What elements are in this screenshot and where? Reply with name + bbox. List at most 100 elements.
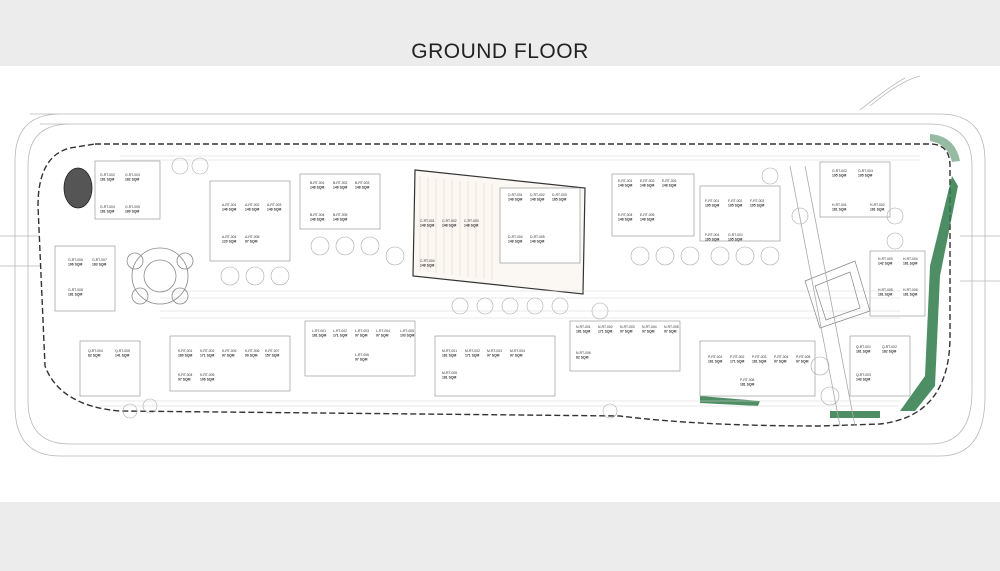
unit-area-label: 195 SQM [705,238,719,242]
unit-code-label: H-RT-005 [878,288,893,292]
unit-area-label: 180 SQM [178,354,192,358]
unit-code-label: H-RT-003 [878,257,893,261]
unit-area-label: 157 SQM [265,354,279,358]
unit-code-label: B-RT-004 [310,213,325,217]
unit-area-label: 148 SQM [333,186,347,190]
unit-area-label: 148 SQM [310,186,324,190]
unit-area-label: 181 SQM [870,208,884,212]
unit-area-label: 148 SQM [508,240,522,244]
unit-code-label: D-RT-003 [552,193,567,197]
unit-area-label: 97 SQM [510,354,523,358]
unit-area-label: 182 SQM [882,350,896,354]
unit-area-label: 185 SQM [552,198,566,202]
unit-area-label: 148 SQM [420,224,434,228]
plaza-feature [126,247,194,305]
unit-code-label: E-RT-001 [618,179,633,183]
unit-area-label: 148 SQM [442,224,456,228]
unit-code-label: G-RT-002 [832,169,847,173]
unit-area-label: 97 SQM [245,240,258,244]
unit-area-label: 148 SQM [508,198,522,202]
unit-code-label: G-RT-005 [125,205,140,209]
unit-code-label: G-RT-004 [100,205,115,209]
unit-code-label: A-RT-004 [222,235,237,239]
unit-code-label: P-RT-005 [796,355,811,359]
unit-area-label: 148 SQM [355,186,369,190]
unit-code-label: N-RT-001 [576,325,591,329]
unit-area-label: 195 SQM [858,174,872,178]
unit-area-label: 97 SQM [355,358,368,362]
unit-area-label: 180 SQM [125,210,139,214]
site-plan: G-RT-002181 SQMG-RT-003182 SQMG-RT-00418… [0,75,1000,457]
unit-area-label: 171 SQM [730,360,744,364]
unit-code-label: N-RT-002 [598,325,613,329]
unit-area-label: 97 SQM [222,354,235,358]
unit-code-label: Q-RT-005 [115,349,130,353]
unit-code-label: G-RT-008 [68,288,83,292]
unit-code-label: P-RT-004 [774,355,789,359]
unit-code-label: B-RT-002 [333,181,348,185]
unit-area-label: 148 SQM [530,240,544,244]
unit-area-label: 97 SQM [774,360,787,364]
unit-area-label: 181 SQM [740,383,754,387]
unit-area-label: 181 SQM [442,376,456,380]
unit-code-label: P-RT-001 [708,355,723,359]
page-title: GROUND FLOOR [411,40,589,63]
unit-area-label: 181 SQM [576,330,590,334]
unit-code-label: A-RT-002 [245,203,260,207]
unit-area-label: 195 SQM [832,174,846,178]
unit-code-label: F-RT-002 [728,199,742,203]
unit-area-label: 103 SQM [400,334,414,338]
unit-area-label: 171 SQM [200,354,214,358]
unit-code-label: N-RT-003 [620,325,635,329]
unit-area-label: 97 SQM [796,360,809,364]
unit-code-label: H-RT-004 [903,257,918,261]
unit-area-label: 148 SQM [662,184,676,188]
unit-code-label: A-RT-003 [267,203,282,207]
unit-code-label: C-RT-002 [442,219,457,223]
unit-code-label: D-RT-002 [530,193,545,197]
unit-code-label: B-RT-005 [333,213,348,217]
unit-code-label: F-RT-003 [750,199,764,203]
unit-code-label: L-RT-003 [355,329,369,333]
unit-area-label: 82 SQM [576,356,589,360]
unit-code-label: B-RT-001 [310,181,325,185]
unit-area-label: 142 SQM [878,262,892,266]
unit-area-label: 171 SQM [333,334,347,338]
unit-code-label: E-RT-004 [618,213,633,217]
unit-code-label: K-RT-004 [178,373,193,377]
unit-code-label: K-RT-007 [265,349,280,353]
unit-code-label: Q-RT-001 [856,345,871,349]
unit-area-label: 143 SQM [856,378,870,382]
unit-area-label: 148 SQM [267,208,281,212]
unit-code-label: C-RT-003 [464,219,479,223]
unit-area-label: 148 SQM [618,184,632,188]
unit-area-label: 181 SQM [752,360,766,364]
unit-code-label: D-RT-005 [530,235,545,239]
unit-code-label: M-RT-004 [510,349,525,353]
unit-area-label: 183 SQM [92,263,106,267]
unit-code-label: K-RT-006 [245,349,260,353]
unit-code-label: N-RT-005 [664,325,679,329]
unit-area-label: 181 SQM [68,293,82,297]
unit-area-label: 148 SQM [640,184,654,188]
unit-area-label: 181 SQM [708,360,722,364]
unit-code-label: G-RT-006 [68,258,83,262]
unit-area-label: 97 SQM [178,378,191,382]
unit-area-label: 97 SQM [376,334,389,338]
unit-area-label: 148 SQM [245,208,259,212]
unit-code-label: L-RT-001 [312,329,326,333]
unit-code-label: M-RT-001 [442,349,457,353]
unit-code-label: Q-RT-004 [88,349,103,353]
unit-code-label: E-RT-002 [640,179,655,183]
unit-code-label: N-RT-004 [642,325,657,329]
unit-area-label: 181 SQM [100,178,114,182]
unit-area-label: 99 SQM [245,354,258,358]
unit-code-label: M-RT-002 [465,349,480,353]
unit-area-label: 195 SQM [750,204,764,208]
unit-code-label: C-RT-004 [420,259,435,263]
unit-code-label: F-RT-001 [705,199,719,203]
unit-area-label: 106 SQM [200,378,214,382]
unit-code-label: P-RT-003 [752,355,767,359]
unit-code-label: K-RT-002 [200,349,215,353]
unit-code-label: K-RT-001 [178,349,193,353]
